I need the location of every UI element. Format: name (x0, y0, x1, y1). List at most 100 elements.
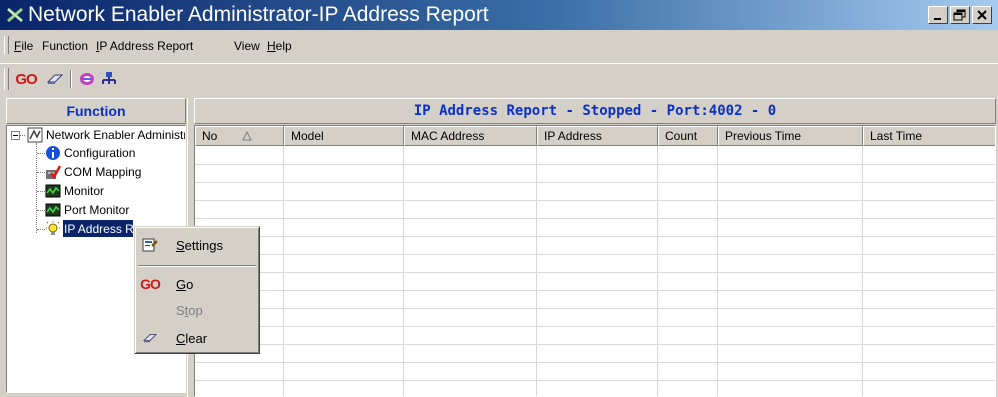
column-header-model[interactable]: Model (284, 126, 404, 146)
menu-file[interactable]: File (14, 39, 33, 53)
column-header-mac-address[interactable]: MAC Address (404, 126, 537, 146)
empty-row-line (195, 164, 995, 165)
report-status-header: IP Address Report - Stopped - Port:4002 … (194, 98, 996, 124)
menu-file-rest: ile (21, 39, 34, 53)
empty-row-line (195, 290, 995, 291)
tree-connector (37, 153, 45, 154)
empty-row-line (195, 254, 995, 255)
context-menu-stop[interactable]: Stop (138, 299, 256, 321)
context-menu-clear[interactable]: Clear (138, 327, 256, 349)
monitor-icon (45, 184, 61, 198)
go-icon: GO (15, 70, 37, 88)
go-icon: GO (140, 276, 161, 292)
menu-view[interactable]: View (234, 39, 260, 53)
clear-mnemonic: C (176, 331, 186, 346)
menu-bar: File Function IP Address Report View Hel… (0, 33, 998, 57)
column-header-last-time[interactable]: Last Time (863, 126, 995, 146)
menubar-grip[interactable] (4, 36, 9, 54)
tree-item-configuration-label: Configuration (64, 146, 136, 160)
minimize-button[interactable] (928, 6, 948, 24)
context-menu-settings[interactable]: Settings (138, 234, 256, 256)
empty-row-line (195, 344, 995, 345)
column-header-count[interactable]: Count (658, 126, 718, 146)
close-icon (977, 10, 987, 20)
title-bar[interactable]: Network Enabler Administrator-IP Address… (0, 0, 998, 30)
settings-rest: ettings (184, 238, 223, 253)
toolbar-separator (70, 70, 72, 88)
restore-icon (953, 9, 966, 21)
context-menu: Settings GO Go Stop Clear (134, 226, 260, 354)
clear-eraser-icon (46, 74, 64, 84)
settings-toolbar-button[interactable] (76, 68, 98, 90)
port-monitor-icon (45, 203, 61, 217)
context-menu-go-label: Go (176, 277, 193, 292)
empty-row-line (195, 380, 995, 381)
clear-menu-icon-wrap (141, 330, 159, 346)
empty-row-line (195, 326, 995, 327)
context-menu-settings-label: Settings (176, 238, 223, 253)
go-rest: o (186, 277, 194, 292)
empty-row-line (195, 272, 995, 273)
tree-connector (37, 210, 45, 211)
bulb-icon (46, 221, 60, 235)
tree-item-monitor-label: Monitor (64, 184, 105, 198)
network-toolbar-button[interactable] (98, 68, 120, 90)
column-header-ip-address[interactable]: IP Address (537, 126, 658, 146)
empty-row-line (195, 362, 995, 363)
clear-rest: lear (185, 331, 208, 346)
tree-root-label: Network Enabler Administrator (46, 128, 185, 142)
tree-item-port-monitor-label: Port Monitor (64, 203, 130, 217)
go-menu-icon-wrap: GO (140, 276, 161, 292)
settings-mnemonic: S (176, 238, 185, 253)
network-enabler-root-icon (27, 127, 43, 143)
go-toolbar-button[interactable]: GO (12, 68, 40, 90)
tree-root-item[interactable]: Network Enabler Administrator (46, 126, 185, 144)
minimize-icon (934, 18, 941, 20)
menu-help-rest: elp (275, 39, 292, 53)
com-mapping-icon (46, 165, 61, 180)
info-icon (46, 146, 60, 160)
context-menu-go[interactable]: GO Go (138, 273, 256, 295)
tree-item-ip-address-report-label: IP Address Report (64, 222, 133, 236)
tree-item-com-mapping-label: COM Mapping (64, 165, 142, 179)
context-menu-separator (138, 265, 256, 267)
settings-icon (142, 238, 158, 252)
settings-menu-icon-wrap (141, 237, 159, 253)
settings-icon (80, 73, 94, 85)
restore-button[interactable] (950, 6, 970, 24)
toolbar-grip[interactable] (4, 68, 9, 90)
empty-row-line (195, 308, 995, 309)
tree-connector (37, 172, 45, 173)
tree-item-ip-address-report[interactable]: IP Address Report (63, 220, 133, 237)
column-header-previous-time[interactable]: Previous Time (718, 126, 863, 146)
go-mnemonic: G (176, 277, 187, 292)
clear-toolbar-button[interactable] (44, 68, 66, 90)
function-panel-header: Function (6, 98, 186, 124)
menu-help-mnemonic: H (267, 39, 276, 53)
tree-collapse-toggle[interactable] (11, 131, 20, 140)
tree-connector (36, 143, 37, 233)
tree-connector (37, 191, 45, 192)
empty-row-line (195, 236, 995, 237)
network-enabler-icon (7, 7, 23, 23)
sort-ascending-icon (242, 131, 252, 141)
menu-help[interactable]: Help (267, 39, 292, 53)
empty-row-line (195, 218, 995, 219)
stop-s: S (176, 303, 185, 318)
menu-ip-address-report[interactable]: IP Address Report (96, 39, 193, 53)
context-menu-clear-label: Clear (176, 331, 207, 346)
toolbar: GO (0, 63, 998, 94)
tree-connector (20, 135, 25, 136)
context-menu-stop-label: Stop (176, 303, 203, 318)
column-header-no[interactable]: No (195, 126, 284, 146)
clear-eraser-icon (142, 334, 158, 343)
window-title: Network Enabler Administrator-IP Address… (28, 3, 489, 26)
stop-rest: op (188, 303, 203, 318)
empty-row-line (195, 182, 995, 183)
ip-report-list[interactable]: No Model MAC Address IP Address Count Pr… (194, 125, 996, 397)
close-button[interactable] (972, 6, 992, 24)
tree-connector (37, 229, 45, 230)
menu-ip-rest: P Address Report (99, 39, 194, 53)
empty-row-line (195, 200, 995, 201)
menu-function[interactable]: Function (42, 39, 88, 53)
